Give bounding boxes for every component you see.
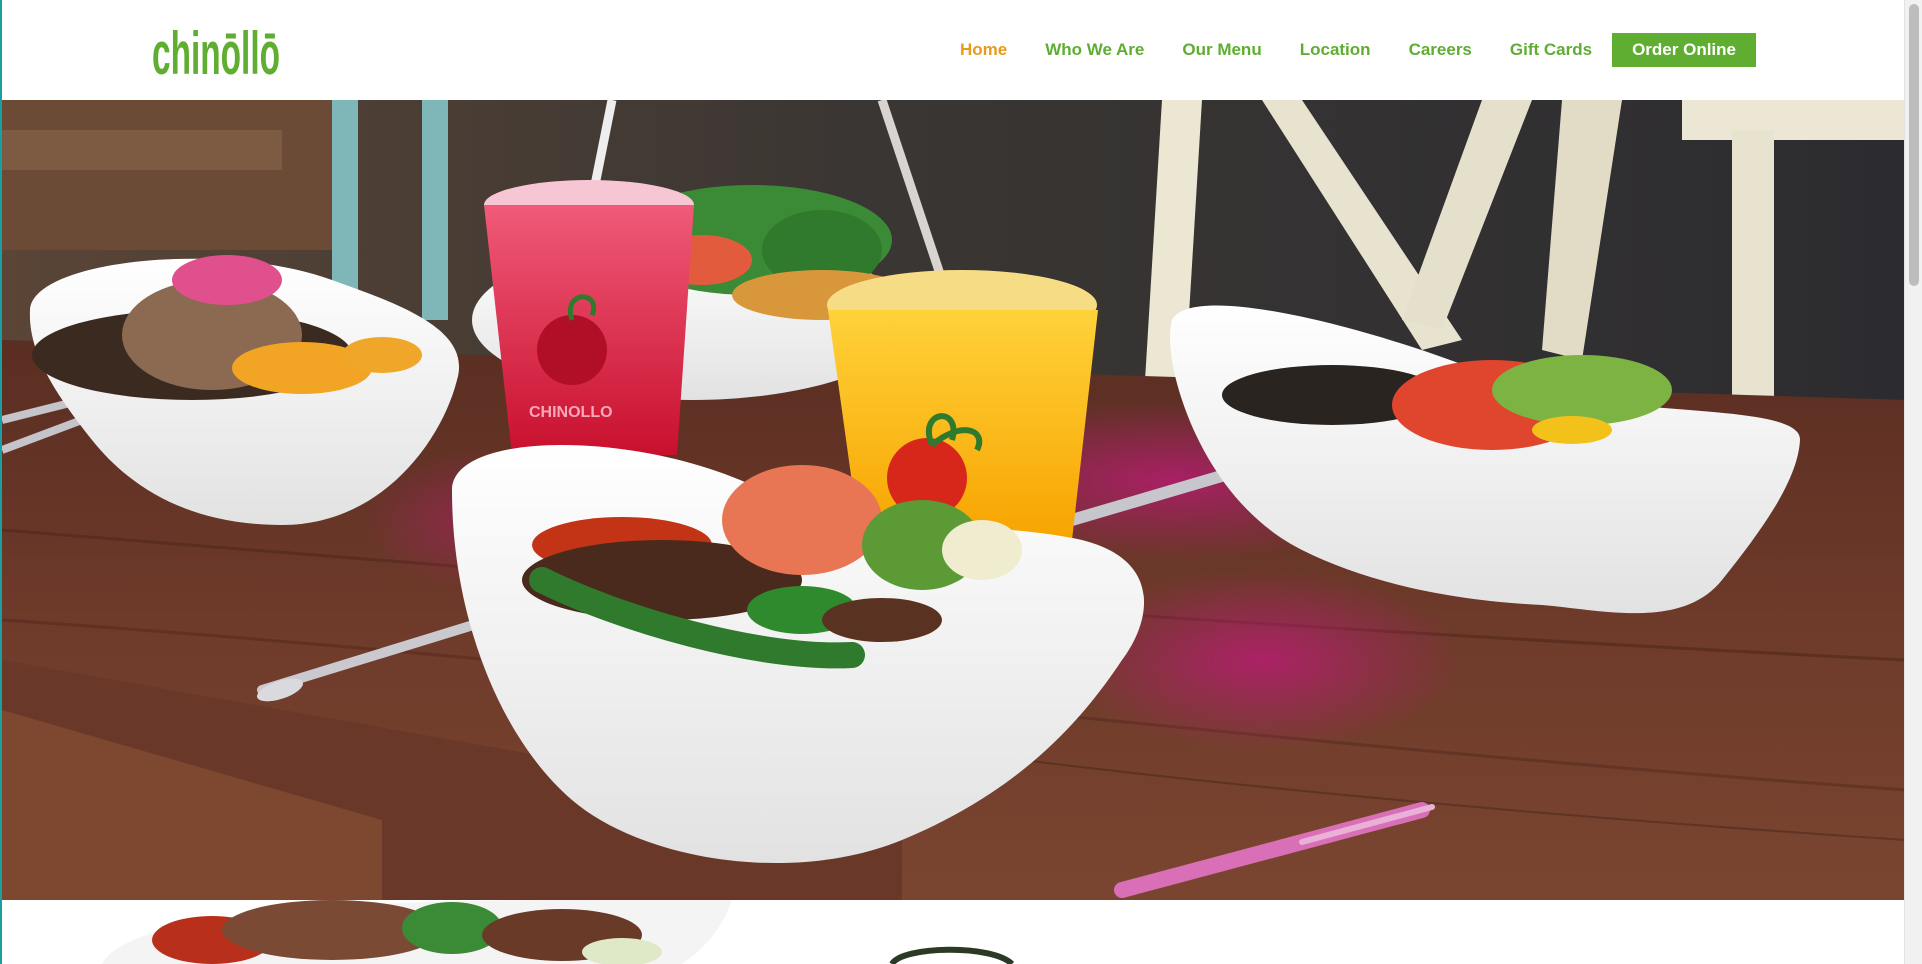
nav-our-menu[interactable]: Our Menu [1163, 33, 1280, 67]
nav-who-we-are[interactable]: Who We Are [1026, 33, 1163, 67]
brand-logo[interactable]: chinōllō [152, 16, 282, 82]
nav-careers[interactable]: Careers [1390, 33, 1491, 67]
red-cup-print: CHINOLLO [529, 404, 613, 421]
main-nav: Home Who We Are Our Menu Location Career… [941, 33, 1756, 67]
next-section-art [102, 900, 1015, 964]
nav-location[interactable]: Location [1281, 33, 1390, 67]
order-online-button[interactable]: Order Online [1612, 33, 1756, 67]
next-section-preview [2, 900, 1906, 964]
nav-gift-cards[interactable]: Gift Cards [1491, 33, 1611, 67]
page-scrollbar[interactable] [1904, 0, 1922, 964]
page: chinōllō Home Who We Are Our Menu Locati… [0, 0, 1922, 964]
hero-image: CHINOLLO [2, 100, 1906, 900]
logo-text: chinōllō [152, 20, 280, 82]
nav-home[interactable]: Home [941, 33, 1026, 67]
scrollbar-thumb[interactable] [1909, 4, 1919, 286]
site-header: chinōllō Home Who We Are Our Menu Locati… [2, 0, 1906, 100]
hero-photo: CHINOLLO [2, 100, 1906, 900]
logo-wordmark: chinōllō [152, 20, 280, 82]
